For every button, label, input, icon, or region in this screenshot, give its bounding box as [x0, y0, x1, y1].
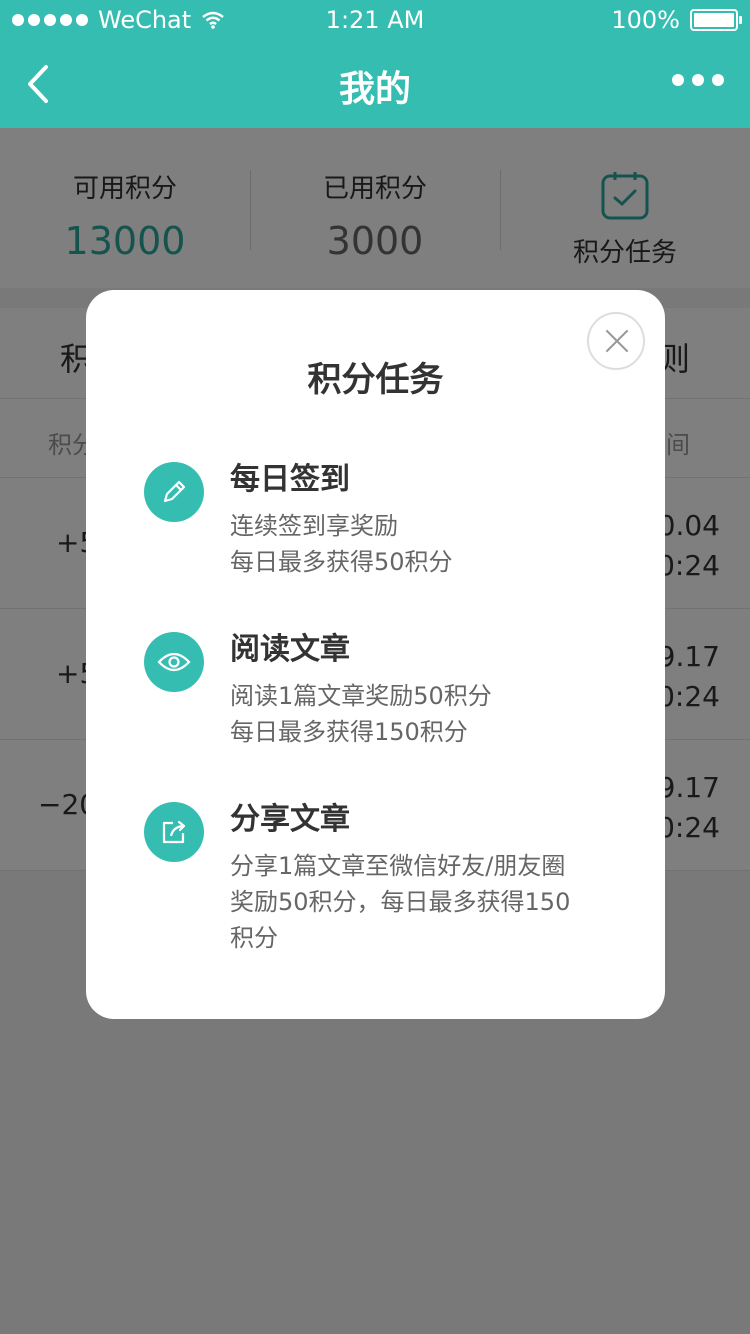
modal-title: 积分任务 [307, 360, 444, 400]
points-tasks-modal: 积分任务 每日签到 连续签到享奖励 每日最多获得50积分 阅读文章 阅读1篇文章… [86, 290, 665, 1019]
eye-icon [144, 632, 204, 692]
task-title: 分享文章 [230, 802, 350, 837]
task-title: 阅读文章 [230, 632, 350, 667]
battery-icon [690, 9, 742, 31]
share-icon [144, 802, 204, 862]
task-desc-line: 每日最多获得50积分 [230, 548, 453, 576]
more-button[interactable] [672, 74, 724, 86]
more-dot [672, 74, 684, 86]
task-text: 每日签到 连续签到享奖励 每日最多获得50积分 [230, 462, 620, 580]
task-desc-line: 阅读1篇文章奖励50积分 [230, 682, 492, 710]
more-dot [712, 74, 724, 86]
task-desc-line: 连续签到享奖励 [230, 512, 398, 540]
status-bar: WeChat 1:21 AM 100% [0, 0, 750, 40]
task-desc-line: 每日最多获得150积分 [230, 718, 468, 746]
task-desc-line: 奖励50积分，每日最多获得150 [230, 888, 571, 916]
page-title: 我的 [338, 69, 411, 110]
battery-percent: 100% [611, 6, 680, 34]
nav-bar: 我的 [0, 40, 750, 128]
pencil-icon [144, 462, 204, 522]
task-desc-line: 积分 [230, 924, 278, 952]
task-description: 分享1篇文章至微信好友/朋友圈 奖励50积分，每日最多获得150 积分 [230, 848, 620, 956]
task-description: 连续签到享奖励 每日最多获得50积分 [230, 508, 620, 580]
task-text: 阅读文章 阅读1篇文章奖励50积分 每日最多获得150积分 [230, 632, 620, 750]
task-title: 每日签到 [230, 462, 350, 497]
battery-status: 100% [611, 6, 742, 34]
more-dot [692, 74, 704, 86]
task-text: 分享文章 分享1篇文章至微信好友/朋友圈 奖励50积分，每日最多获得150 积分 [230, 802, 620, 956]
task-desc-line: 分享1篇文章至微信好友/朋友圈 [230, 852, 566, 880]
task-description: 阅读1篇文章奖励50积分 每日最多获得150积分 [230, 678, 620, 750]
